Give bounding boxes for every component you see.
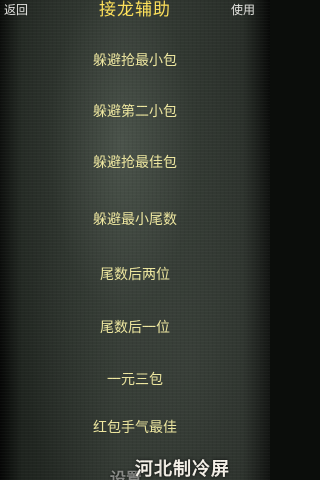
use-button[interactable]: 使用 xyxy=(231,1,255,18)
app-screen: 返回 接龙辅助 使用 躲避抢最小包 躲避第二小包 躲避抢最佳包 躲避最小尾数 尾… xyxy=(0,0,270,480)
option-best-luck-packet[interactable]: 红包手气最佳 xyxy=(0,417,270,437)
top-bar: 返回 接龙辅助 使用 xyxy=(0,0,270,20)
option-avoid-smallest-tail-digit[interactable]: 躲避最小尾数 xyxy=(0,209,270,229)
page-title: 接龙辅助 xyxy=(99,0,171,20)
option-last-two-digits[interactable]: 尾数后两位 xyxy=(0,264,270,284)
option-avoid-best-packet[interactable]: 躲避抢最佳包 xyxy=(0,152,270,172)
option-avoid-smallest-packet[interactable]: 躲避抢最小包 xyxy=(0,50,270,70)
option-last-digit[interactable]: 尾数后一位 xyxy=(0,317,270,337)
option-one-yuan-three-packets[interactable]: 一元三包 xyxy=(0,369,270,389)
option-avoid-second-smallest-packet[interactable]: 躲避第二小包 xyxy=(0,101,270,121)
watermark-text: 河北制冷屏 xyxy=(135,459,230,480)
watermark: 设置 河北制冷屏 xyxy=(110,455,270,480)
